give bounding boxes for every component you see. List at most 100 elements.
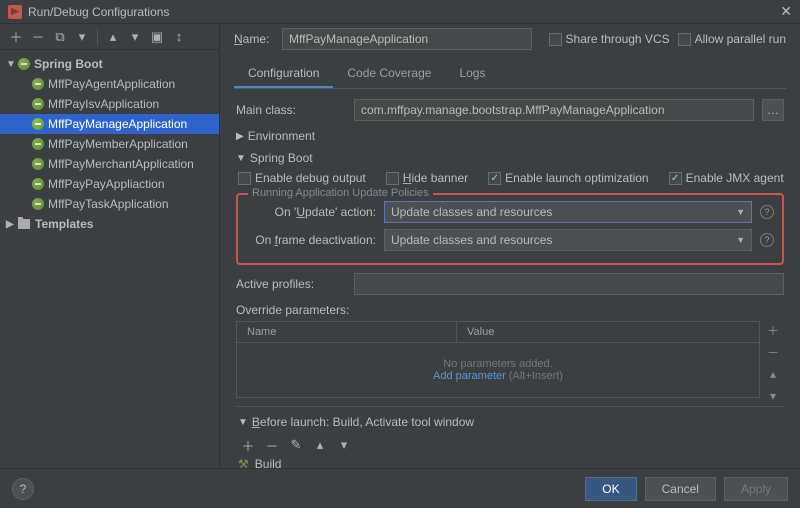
copy-icon[interactable]: ⧉ xyxy=(50,27,70,47)
allow-parallel-checkbox[interactable]: Allow parallel run xyxy=(678,32,786,46)
checkbox-icon xyxy=(549,33,562,46)
tree-folder-templates[interactable]: ▶ Templates xyxy=(0,214,219,234)
help-icon[interactable]: ? xyxy=(760,233,774,247)
chk-label: Enable debug output xyxy=(255,171,366,185)
main-class-input[interactable] xyxy=(354,99,754,121)
hammer-icon: ⚒ xyxy=(238,457,249,468)
col-value-header: Value xyxy=(457,322,759,342)
move-down-icon[interactable]: ▾ xyxy=(125,27,145,47)
folder-icon xyxy=(18,219,30,229)
tree-item[interactable]: MffPayIsvApplication xyxy=(0,94,219,114)
chk-label: Hide banner xyxy=(403,171,468,185)
bl-down-icon[interactable]: ▾ xyxy=(334,435,354,455)
item-label: MffPayTaskApplication xyxy=(48,197,169,211)
folder-label: Spring Boot xyxy=(34,57,103,71)
table-remove-icon[interactable]: － xyxy=(764,343,782,361)
spring-icon xyxy=(32,138,44,150)
tree-item[interactable]: MffPayAgentApplication xyxy=(0,74,219,94)
params-table: Name Value No parameters added. Add para… xyxy=(236,321,760,398)
name-input[interactable] xyxy=(282,28,532,50)
tree-item-selected[interactable]: MffPayManageApplication xyxy=(0,114,219,134)
enable-jmx-checkbox[interactable]: Enable JMX agent xyxy=(669,171,784,185)
checkbox-checked-icon xyxy=(669,172,682,185)
chk-label: Enable JMX agent xyxy=(686,171,784,185)
override-params-label: Override parameters: xyxy=(236,303,784,317)
spring-icon xyxy=(32,118,44,130)
tab-logs[interactable]: Logs xyxy=(445,60,499,88)
table-up-icon[interactable]: ▴ xyxy=(764,365,782,383)
chevron-down-icon: ▼ xyxy=(238,417,248,428)
on-frame-label: On frame deactivation: xyxy=(246,233,376,247)
toolbar-separator xyxy=(97,29,98,45)
spring-icon xyxy=(32,178,44,190)
close-icon[interactable]: ✕ xyxy=(780,3,792,20)
on-update-combo[interactable]: Update classes and resources ▼ xyxy=(384,201,752,223)
item-label: MffPayMemberApplication xyxy=(48,137,188,151)
chevron-down-icon: ▼ xyxy=(6,59,18,70)
combo-value: Update classes and resources xyxy=(391,233,552,247)
chk-label: Enable launch optimization xyxy=(505,171,648,185)
apply-button[interactable]: Apply xyxy=(724,477,788,501)
col-name-header: Name xyxy=(237,322,457,342)
chevron-down-icon: ▼ xyxy=(736,207,745,217)
on-frame-combo[interactable]: Update classes and resources ▼ xyxy=(384,229,752,251)
table-add-icon[interactable]: ＋ xyxy=(764,321,782,339)
add-icon[interactable]: ＋ xyxy=(6,27,26,47)
item-label: MffPayPayAppliaction xyxy=(48,177,165,191)
share-vcs-checkbox[interactable]: Share through VCS xyxy=(549,32,670,46)
springboot-section[interactable]: ▼ Spring Boot xyxy=(236,151,784,165)
spring-icon xyxy=(32,78,44,90)
tree-item[interactable]: MffPayTaskApplication xyxy=(0,194,219,214)
folder-icon-btn[interactable]: ▣ xyxy=(147,27,167,47)
bl-remove-icon[interactable]: － xyxy=(262,435,282,455)
before-launch-section[interactable]: ▼ Before launch: Build, Activate tool wi… xyxy=(238,415,784,429)
policies-group-label: Running Application Update Policies xyxy=(248,187,433,199)
hide-banner-checkbox[interactable]: Hide banner xyxy=(386,171,468,185)
checkbox-icon xyxy=(238,172,251,185)
tree-item[interactable]: MffPayMemberApplication xyxy=(0,134,219,154)
save-template-icon[interactable]: ▾ xyxy=(72,27,92,47)
enable-launch-opt-checkbox[interactable]: Enable launch optimization xyxy=(488,171,648,185)
section-label: Before launch: Build, Activate tool wind… xyxy=(252,415,474,429)
sort-icon[interactable]: ↕ xyxy=(169,27,189,47)
tab-configuration[interactable]: Configuration xyxy=(234,60,333,88)
spring-icon xyxy=(32,98,44,110)
build-item: Build xyxy=(255,457,282,468)
tree-folder-springboot[interactable]: ▼ Spring Boot xyxy=(0,54,219,74)
checkbox-icon xyxy=(386,172,399,185)
environment-section[interactable]: ▶ Environment xyxy=(236,129,784,143)
item-label: MffPayAgentApplication xyxy=(48,77,175,91)
cancel-button[interactable]: Cancel xyxy=(645,477,716,501)
combo-value: Update classes and resources xyxy=(391,205,552,219)
dialog-footer: ? OK Cancel Apply xyxy=(0,468,800,508)
tree-item[interactable]: MffPayPayAppliaction xyxy=(0,174,219,194)
table-down-icon[interactable]: ▾ xyxy=(764,387,782,405)
tree-item[interactable]: MffPayMerchantApplication xyxy=(0,154,219,174)
enable-debug-checkbox[interactable]: Enable debug output xyxy=(238,171,366,185)
help-button[interactable]: ? xyxy=(12,478,34,500)
item-label: MffPayIsvApplication xyxy=(48,97,159,111)
bl-add-icon[interactable]: ＋ xyxy=(238,435,258,455)
chevron-down-icon: ▼ xyxy=(736,235,745,245)
item-label: MffPayManageApplication xyxy=(48,117,187,131)
browse-button[interactable]: … xyxy=(762,99,784,121)
add-param-link[interactable]: Add parameter (Alt+Insert) xyxy=(433,370,563,382)
sidebar-toolbar: ＋ － ⧉ ▾ ▴ ▾ ▣ ↕ xyxy=(0,24,219,50)
help-icon[interactable]: ? xyxy=(760,205,774,219)
ok-button[interactable]: OK xyxy=(585,477,636,501)
chk-label: Share through VCS xyxy=(566,32,670,46)
section-label: Spring Boot xyxy=(250,151,313,165)
add-param-text: Add parameter xyxy=(433,370,506,382)
chk-label: Allow parallel run xyxy=(695,32,786,46)
update-policies-highlight: Running Application Update Policies On '… xyxy=(236,193,784,265)
tab-coverage[interactable]: Code Coverage xyxy=(333,60,445,88)
bl-edit-icon[interactable]: ✎ xyxy=(286,435,306,455)
add-param-hint: (Alt+Insert) xyxy=(509,370,563,382)
folder-label: Templates xyxy=(35,217,93,231)
remove-icon[interactable]: － xyxy=(28,27,48,47)
move-up-icon[interactable]: ▴ xyxy=(103,27,123,47)
chevron-right-icon: ▶ xyxy=(236,131,244,142)
active-profiles-input[interactable] xyxy=(354,273,784,295)
title-bar: Run/Debug Configurations ✕ xyxy=(0,0,800,24)
bl-up-icon[interactable]: ▴ xyxy=(310,435,330,455)
